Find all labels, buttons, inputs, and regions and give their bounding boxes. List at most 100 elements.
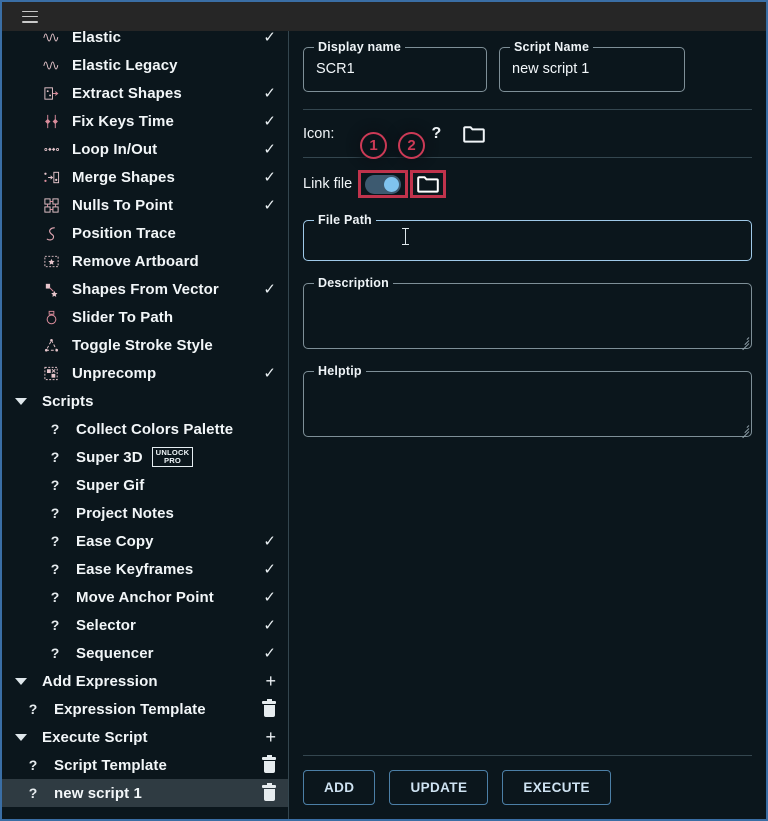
sidebar-item-project-notes[interactable]: ? Project Notes	[2, 499, 288, 527]
link-file-toggle-highlight	[358, 170, 409, 198]
display-name-field[interactable]: Display name SCR1	[303, 40, 487, 92]
sidebar-item-execute-script[interactable]: Execute Script +	[2, 723, 288, 751]
sidebar-item-label: Add Expression	[42, 672, 158, 690]
question-icon: ?	[50, 589, 60, 605]
sidebar-item-label: Project Notes	[76, 504, 174, 522]
unprecomp-icon	[38, 365, 64, 382]
sidebar-item-label: Loop In/Out	[72, 140, 158, 158]
sidebar-item-loop-in-out[interactable]: Loop In/Out ✓	[2, 135, 288, 163]
caret-down-icon	[8, 397, 34, 405]
link-file-label: Link file	[303, 176, 353, 192]
hamburger-menu-icon[interactable]	[22, 10, 38, 23]
display-name-value[interactable]: SCR1	[316, 59, 476, 79]
description-field[interactable]: Description	[303, 276, 752, 351]
checkmark-icon[interactable]: ✓	[263, 534, 276, 549]
checkmark-icon[interactable]: ✓	[263, 590, 276, 605]
sidebar-item-collect-colors-palette[interactable]: ? Collect Colors Palette	[2, 415, 288, 443]
helptip-value[interactable]	[316, 383, 741, 403]
divider-3	[303, 755, 752, 756]
sidebar-item-ease-keyframes[interactable]: ? Ease Keyframes ✓	[2, 555, 288, 583]
position-trace-icon	[38, 225, 64, 242]
sidebar-item-add-expression[interactable]: Add Expression +	[2, 667, 288, 695]
sidebar-item-label: Nulls To Point	[72, 196, 174, 214]
sidebar-item-merge-shapes[interactable]: Merge Shapes ✓	[2, 163, 288, 191]
sidebar-item-ease-copy[interactable]: ? Ease Copy ✓	[2, 527, 288, 555]
question-icon: ?	[50, 645, 60, 661]
icon-browse-folder-icon[interactable]	[463, 125, 486, 143]
trash-icon[interactable]	[262, 755, 276, 773]
sidebar-item-super-gif[interactable]: ? Super Gif	[2, 471, 288, 499]
sidebar-item-script-template[interactable]: ? Script Template	[2, 751, 288, 779]
update-button[interactable]: UPDATE	[389, 770, 489, 805]
checkmark-icon[interactable]: ✓	[263, 282, 276, 297]
checkmark-icon[interactable]: ✓	[263, 170, 276, 185]
checkmark-icon[interactable]: ✓	[263, 142, 276, 157]
badge-line-2: PRO	[163, 456, 182, 465]
sidebar-item-scripts[interactable]: Scripts	[2, 387, 288, 415]
sidebar-item-fix-keys-time[interactable]: Fix Keys Time ✓	[2, 107, 288, 135]
trash-icon[interactable]	[262, 783, 276, 801]
sidebar-item-elastic[interactable]: Elastic ✓	[2, 31, 288, 51]
helptip-field[interactable]: Helptip	[303, 364, 752, 439]
checkmark-icon[interactable]: ✓	[263, 31, 276, 45]
sidebar-item-sequencer[interactable]: ? Sequencer ✓	[2, 639, 288, 667]
checkmark-icon[interactable]: ✓	[263, 198, 276, 213]
sidebar-item-label: Super 3D	[76, 448, 143, 466]
checkmark-icon[interactable]: ✓	[263, 114, 276, 129]
sidebar-item-expression-template[interactable]: ? Expression Template	[2, 695, 288, 723]
annotation-marker-2: 2	[398, 132, 425, 159]
checkmark-icon[interactable]: ✓	[263, 366, 276, 381]
checkmark-icon[interactable]: ✓	[263, 86, 276, 101]
sidebar-item-elastic-legacy[interactable]: Elastic Legacy	[2, 51, 288, 79]
sidebar-item-position-trace[interactable]: Position Trace	[2, 219, 288, 247]
sidebar-item-label: Elastic	[72, 31, 122, 46]
file-path-field[interactable]: File Path	[303, 213, 752, 261]
add-icon[interactable]: +	[265, 728, 276, 746]
script-name-value[interactable]: new script 1	[512, 59, 674, 79]
link-file-toggle[interactable]	[365, 174, 402, 194]
question-icon: ?	[28, 701, 38, 717]
file-path-label: File Path	[314, 213, 376, 227]
sidebar[interactable]: Elastic ✓ Elastic Legacy Extract Shapes ✓ Fix…	[2, 31, 288, 819]
sidebar-item-label: Position Trace	[72, 224, 176, 242]
checkmark-icon[interactable]: ✓	[263, 646, 276, 661]
sidebar-item-label: Toggle Stroke Style	[72, 336, 213, 354]
sidebar-item-unprecomp[interactable]: Unprecomp ✓	[2, 359, 288, 387]
add-icon[interactable]: +	[265, 672, 276, 690]
sidebar-item-extract-shapes[interactable]: Extract Shapes ✓	[2, 79, 288, 107]
slider-to-path-icon	[38, 309, 64, 326]
script-name-field[interactable]: Script Name new script 1	[499, 40, 685, 92]
description-resize-handle[interactable]	[738, 335, 750, 351]
helptip-resize-handle[interactable]	[738, 423, 750, 439]
script-editor-panel: Display name SCR1 Script Name new script…	[289, 31, 766, 819]
checkmark-icon[interactable]: ✓	[263, 562, 276, 577]
sidebar-item-shapes-from-vector[interactable]: Shapes From Vector ✓	[2, 275, 288, 303]
description-value[interactable]	[316, 295, 741, 315]
merge-shapes-icon	[38, 169, 64, 186]
sidebar-item-toggle-stroke-style[interactable]: Toggle Stroke Style	[2, 331, 288, 359]
link-file-folder-icon[interactable]	[413, 173, 443, 195]
sidebar-item-super-3d[interactable]: ? Super 3D UNLOCK PRO	[2, 443, 288, 471]
question-icon: ?	[50, 421, 60, 437]
add-button[interactable]: ADD	[303, 770, 376, 805]
unlock-pro-badge[interactable]: UNLOCK PRO	[151, 446, 194, 468]
sidebar-item-move-anchor-point[interactable]: ? Move Anchor Point ✓	[2, 583, 288, 611]
sidebar-item-label: Script Template	[54, 756, 167, 774]
fix-keys-time-icon	[38, 113, 64, 130]
sidebar-item-slider-to-path[interactable]: Slider To Path	[2, 303, 288, 331]
helptip-label: Helptip	[314, 364, 366, 378]
sidebar-item-nulls-to-point[interactable]: Nulls To Point ✓	[2, 191, 288, 219]
plugin-window: Elastic ✓ Elastic Legacy Extract Shapes ✓ Fix…	[0, 0, 768, 821]
sidebar-item-label: Super Gif	[76, 476, 145, 494]
icon-question-icon[interactable]: ?	[431, 125, 441, 143]
checkmark-icon[interactable]: ✓	[263, 618, 276, 633]
description-label: Description	[314, 276, 393, 290]
execute-button[interactable]: EXECUTE	[502, 770, 611, 805]
trash-icon[interactable]	[262, 699, 276, 717]
sidebar-item-new-script-1[interactable]: ? new script 1	[2, 779, 288, 807]
file-path-value[interactable]	[316, 228, 741, 252]
sidebar-item-selector[interactable]: ? Selector ✓	[2, 611, 288, 639]
question-icon: ?	[50, 533, 60, 549]
sidebar-item-remove-artboard[interactable]: Remove Artboard	[2, 247, 288, 275]
link-file-browse-highlight	[410, 170, 447, 198]
